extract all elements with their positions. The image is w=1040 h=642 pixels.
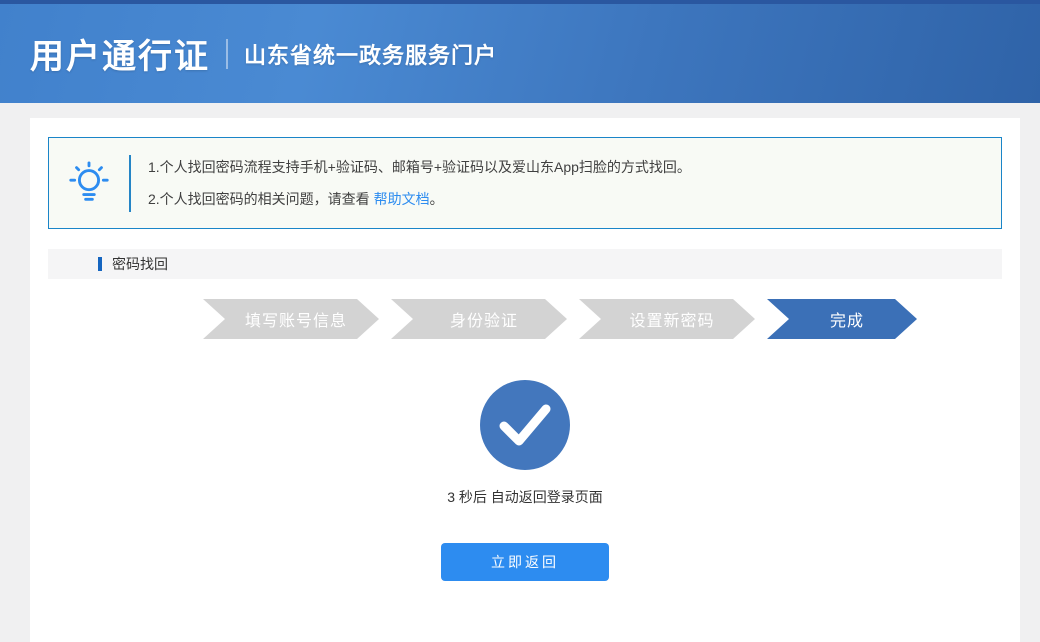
section-title: 密码找回 [112,254,168,274]
lightbulb-icon [49,160,129,206]
notice-line-2-prefix: 2.个人找回密码的相关问题，请查看 [148,191,374,207]
countdown-text: 3 秒后 自动返回登录页面 [48,487,1002,507]
notice-line-1: 1.个人找回密码流程支持手机+验证码、邮箱号+验证码以及爱山东App扫脸的方式找… [148,151,691,183]
step-identity-verification: 身份验证 [391,299,567,339]
section-header-password-recovery: 密码找回 [48,249,1002,279]
main-area: 1.个人找回密码流程支持手机+验证码、邮箱号+验证码以及爱山东App扫脸的方式找… [0,118,1040,642]
content-card: 1.个人找回密码流程支持手机+验证码、邮箱号+验证码以及爱山东App扫脸的方式找… [30,118,1020,642]
step-label: 完成 [830,307,864,331]
section-marker [98,257,102,271]
steps-progress: 填写账号信息 身份验证 设置新密码 完成 [203,299,1002,339]
help-doc-link[interactable]: 帮助文档 [374,191,430,207]
header-divider [226,39,228,69]
header: 用户通行证 山东省统一政务服务门户 [0,4,1040,103]
step-complete: 完成 [767,299,917,339]
page-title: 用户通行证 [30,29,210,78]
portal-subtitle: 山东省统一政务服务门户 [244,38,497,70]
step-label: 填写账号信息 [245,307,347,331]
step-fill-account-info: 填写账号信息 [203,299,379,339]
return-now-button[interactable]: 立即返回 [441,543,609,581]
step-set-new-password: 设置新密码 [579,299,755,339]
notice-line-2: 2.个人找回密码的相关问题，请查看 帮助文档。 [148,183,691,215]
step-label: 身份验证 [450,307,518,331]
result-panel: 3 秒后 自动返回登录页面 立即返回 [48,380,1002,581]
notice-box: 1.个人找回密码流程支持手机+验证码、邮箱号+验证码以及爱山东App扫脸的方式找… [48,137,1002,229]
success-check-icon [480,380,570,470]
step-label: 设置新密码 [629,307,714,331]
notice-line-2-suffix: 。 [430,191,444,207]
notice-text: 1.个人找回密码流程支持手机+验证码、邮箱号+验证码以及爱山东App扫脸的方式找… [131,151,691,215]
